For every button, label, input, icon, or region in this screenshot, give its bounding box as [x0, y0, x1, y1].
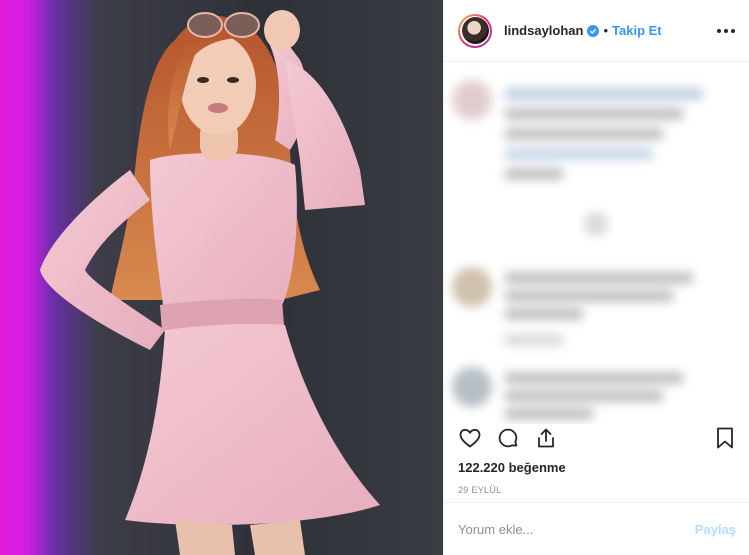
likes-count[interactable]: 122.220 beğenme	[458, 460, 736, 475]
bookmark-icon[interactable]	[714, 426, 736, 455]
post-side-panel: lindsaylohan • Takip Et 122.220 beğenme …	[443, 0, 749, 555]
username-link[interactable]: lindsaylohan	[504, 23, 583, 38]
share-icon[interactable]	[534, 426, 558, 455]
post-header: lindsaylohan • Takip Et	[444, 0, 749, 62]
add-comment-bar: Paylaş	[444, 502, 749, 555]
post-actions: 122.220 beğenme 29 EYLÜL	[444, 424, 749, 495]
photo-artwork	[40, 10, 380, 555]
post-date[interactable]: 29 EYLÜL	[458, 485, 736, 495]
profile-avatar[interactable]	[458, 13, 492, 48]
separator-dot: •	[603, 23, 609, 38]
heart-icon[interactable]	[458, 426, 482, 455]
comment-icon[interactable]	[496, 426, 520, 455]
verified-badge-icon	[587, 24, 600, 37]
action-icons	[458, 424, 736, 456]
more-options-icon[interactable]	[717, 28, 735, 33]
post-photo[interactable]	[0, 0, 443, 555]
avatar-image	[461, 17, 489, 44]
follow-button[interactable]: Takip Et	[612, 23, 662, 38]
post-comment-button[interactable]: Paylaş	[695, 522, 736, 537]
comment-input[interactable]	[458, 521, 695, 537]
comments-list[interactable]	[444, 62, 749, 424]
